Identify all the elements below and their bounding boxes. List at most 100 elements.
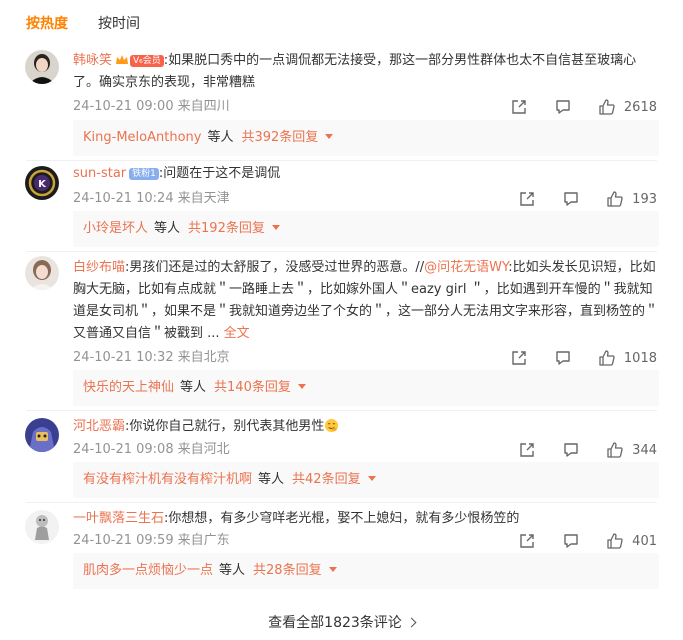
like-icon: [606, 532, 624, 550]
reply-summary[interactable]: 有没有榨汁机有没有榨汁机啊 等人 共42条回复: [73, 462, 659, 498]
comment-username[interactable]: 韩咏笑: [73, 53, 112, 68]
comment-icon[interactable]: [554, 349, 572, 367]
comment-text: sun-star 铁粉1:问题在于这不是调侃: [73, 163, 659, 185]
like-icon: [606, 190, 624, 208]
reply-username[interactable]: King-MeloAnthony: [83, 130, 201, 145]
reply-summary[interactable]: King-MeloAnthony 等人 共392条回复: [73, 120, 659, 156]
reply-summary[interactable]: 肌肉多一点烦恼少一点 等人 共28条回复: [73, 553, 659, 589]
reply-count[interactable]: 共392条回复: [241, 130, 318, 145]
reply-summary[interactable]: 小玲是坏人 等人 共192条回复: [73, 211, 659, 247]
avatar[interactable]: [25, 418, 59, 452]
avatar[interactable]: [25, 50, 59, 84]
like-icon: [598, 349, 616, 367]
like-count: 401: [632, 533, 657, 549]
comment-text: 一叶飘落三生石:你想想，有多少穹咩老光棍，娶不上媳妇，就有多少恨杨笠的: [73, 508, 659, 530]
comment-content: :问题在于这不是调侃: [158, 166, 281, 181]
divider: [26, 410, 657, 411]
reply-count[interactable]: 共140条回复: [214, 380, 291, 395]
tab-hot[interactable]: 按热度: [26, 14, 68, 36]
reply-count[interactable]: 共42条回复: [292, 472, 361, 487]
mention-link[interactable]: @问花无语WY: [424, 260, 508, 275]
avatar[interactable]: [25, 256, 59, 290]
avatar[interactable]: [25, 510, 59, 544]
avatar-image: [25, 256, 59, 290]
comment-content: :男孩们还是过的太舒服了，没感受过世界的恶意。//: [125, 260, 425, 275]
crown-icon: [116, 55, 129, 64]
comment-text: 白纱布喵:男孩们还是过的太舒服了，没感受过世界的恶意。//@问花无语WY:比如头…: [73, 257, 659, 345]
like-button[interactable]: 401: [606, 532, 657, 550]
like-count: 2618: [623, 99, 657, 115]
like-icon: [598, 98, 616, 116]
reply-suffix: 等人: [258, 472, 285, 487]
comment-text: 韩咏笑 V₆会员:如果脱口秀中的一点调侃都无法接受，那这一部分男性群体也太不自信甚…: [73, 50, 659, 94]
like-icon: [606, 441, 624, 459]
comment-content: :你想想，有多少穹咩老光棍，娶不上媳妇，就有多少恨杨笠的: [164, 511, 520, 526]
reply-suffix: 等人: [154, 221, 181, 236]
comment-location: 来自北京: [177, 350, 230, 365]
reply-count[interactable]: 共28条回复: [253, 563, 322, 578]
comment-content: :你说你自己就行，别代表其他男性: [125, 419, 325, 434]
reply-count[interactable]: 共192条回复: [188, 221, 265, 236]
divider: [26, 251, 657, 252]
caret-down-icon: [367, 476, 376, 481]
comment-meta: 24-10-21 09:59 来自广东: [73, 531, 230, 551]
like-button[interactable]: 344: [606, 441, 657, 459]
sort-tabs: 按热度 按时间: [26, 14, 170, 36]
reply-suffix: 等人: [219, 563, 246, 578]
view-all-comments-link[interactable]: 查看全部1823条评论: [0, 612, 683, 634]
chevron-right-icon: [406, 617, 417, 628]
reply-username[interactable]: 小玲是坏人: [83, 221, 148, 236]
view-all-label: 查看全部1823条评论: [268, 615, 402, 631]
comment-time: 24-10-21 09:08: [73, 442, 174, 457]
like-button[interactable]: 2618: [598, 98, 657, 116]
share-icon[interactable]: [518, 532, 536, 550]
comment-icon[interactable]: [554, 98, 572, 116]
comment-meta: 24-10-21 10:32 来自北京: [73, 348, 230, 368]
share-icon[interactable]: [510, 98, 528, 116]
comment-username[interactable]: 白纱布喵: [73, 260, 125, 275]
comment-time: 24-10-21 10:24: [73, 191, 174, 206]
share-icon[interactable]: [510, 349, 528, 367]
reply-username[interactable]: 肌肉多一点烦恼少一点: [83, 563, 213, 578]
comment-icon[interactable]: [562, 532, 580, 550]
full-text-link[interactable]: 全文: [224, 326, 250, 341]
reply-summary[interactable]: 快乐的天上神仙 等人 共140条回复: [73, 370, 659, 406]
like-button[interactable]: 1018: [598, 349, 657, 367]
reply-suffix: 等人: [207, 130, 234, 145]
comment-actions: 2618: [510, 97, 657, 117]
like-button[interactable]: 193: [606, 190, 657, 208]
share-icon[interactable]: [518, 190, 536, 208]
tab-time[interactable]: 按时间: [98, 14, 140, 36]
caret-down-icon: [328, 567, 337, 572]
like-count: 344: [632, 442, 657, 458]
like-count: 1018: [623, 350, 657, 366]
comment-actions: 401: [518, 531, 657, 551]
avatar-image: [25, 418, 59, 452]
like-count: 193: [632, 191, 657, 207]
share-icon[interactable]: [518, 441, 536, 459]
emoji-icon: [325, 418, 339, 433]
comment-username[interactable]: 一叶飘落三生石: [73, 511, 164, 526]
avatar[interactable]: K: [25, 166, 59, 200]
comment-time: 24-10-21 09:59: [73, 533, 174, 548]
comment-username[interactable]: sun-star: [73, 166, 126, 181]
comment-meta: 24-10-21 10:24 来自天津: [73, 189, 230, 209]
comment-meta: 24-10-21 09:08 来自河北: [73, 440, 230, 460]
comment-username[interactable]: 河北恶霸: [73, 419, 125, 434]
svg-text:K: K: [38, 179, 47, 190]
comment-location: 来自天津: [177, 191, 230, 206]
comment-icon[interactable]: [562, 190, 580, 208]
divider: [26, 502, 657, 503]
comment-location: 来自河北: [177, 442, 230, 457]
avatar-image: [25, 50, 59, 84]
reply-username[interactable]: 快乐的天上神仙: [83, 380, 174, 395]
fan-badge: 铁粉1: [129, 168, 159, 180]
reply-suffix: 等人: [180, 380, 207, 395]
divider: [26, 160, 657, 161]
reply-username[interactable]: 有没有榨汁机有没有榨汁机啊: [83, 472, 252, 487]
comment-icon[interactable]: [562, 441, 580, 459]
comment-actions: 193: [518, 189, 657, 209]
comment-location: 来自广东: [177, 533, 230, 548]
caret-down-icon: [271, 225, 280, 230]
comment-text: 河北恶霸:你说你自己就行，别代表其他男性: [73, 416, 659, 438]
